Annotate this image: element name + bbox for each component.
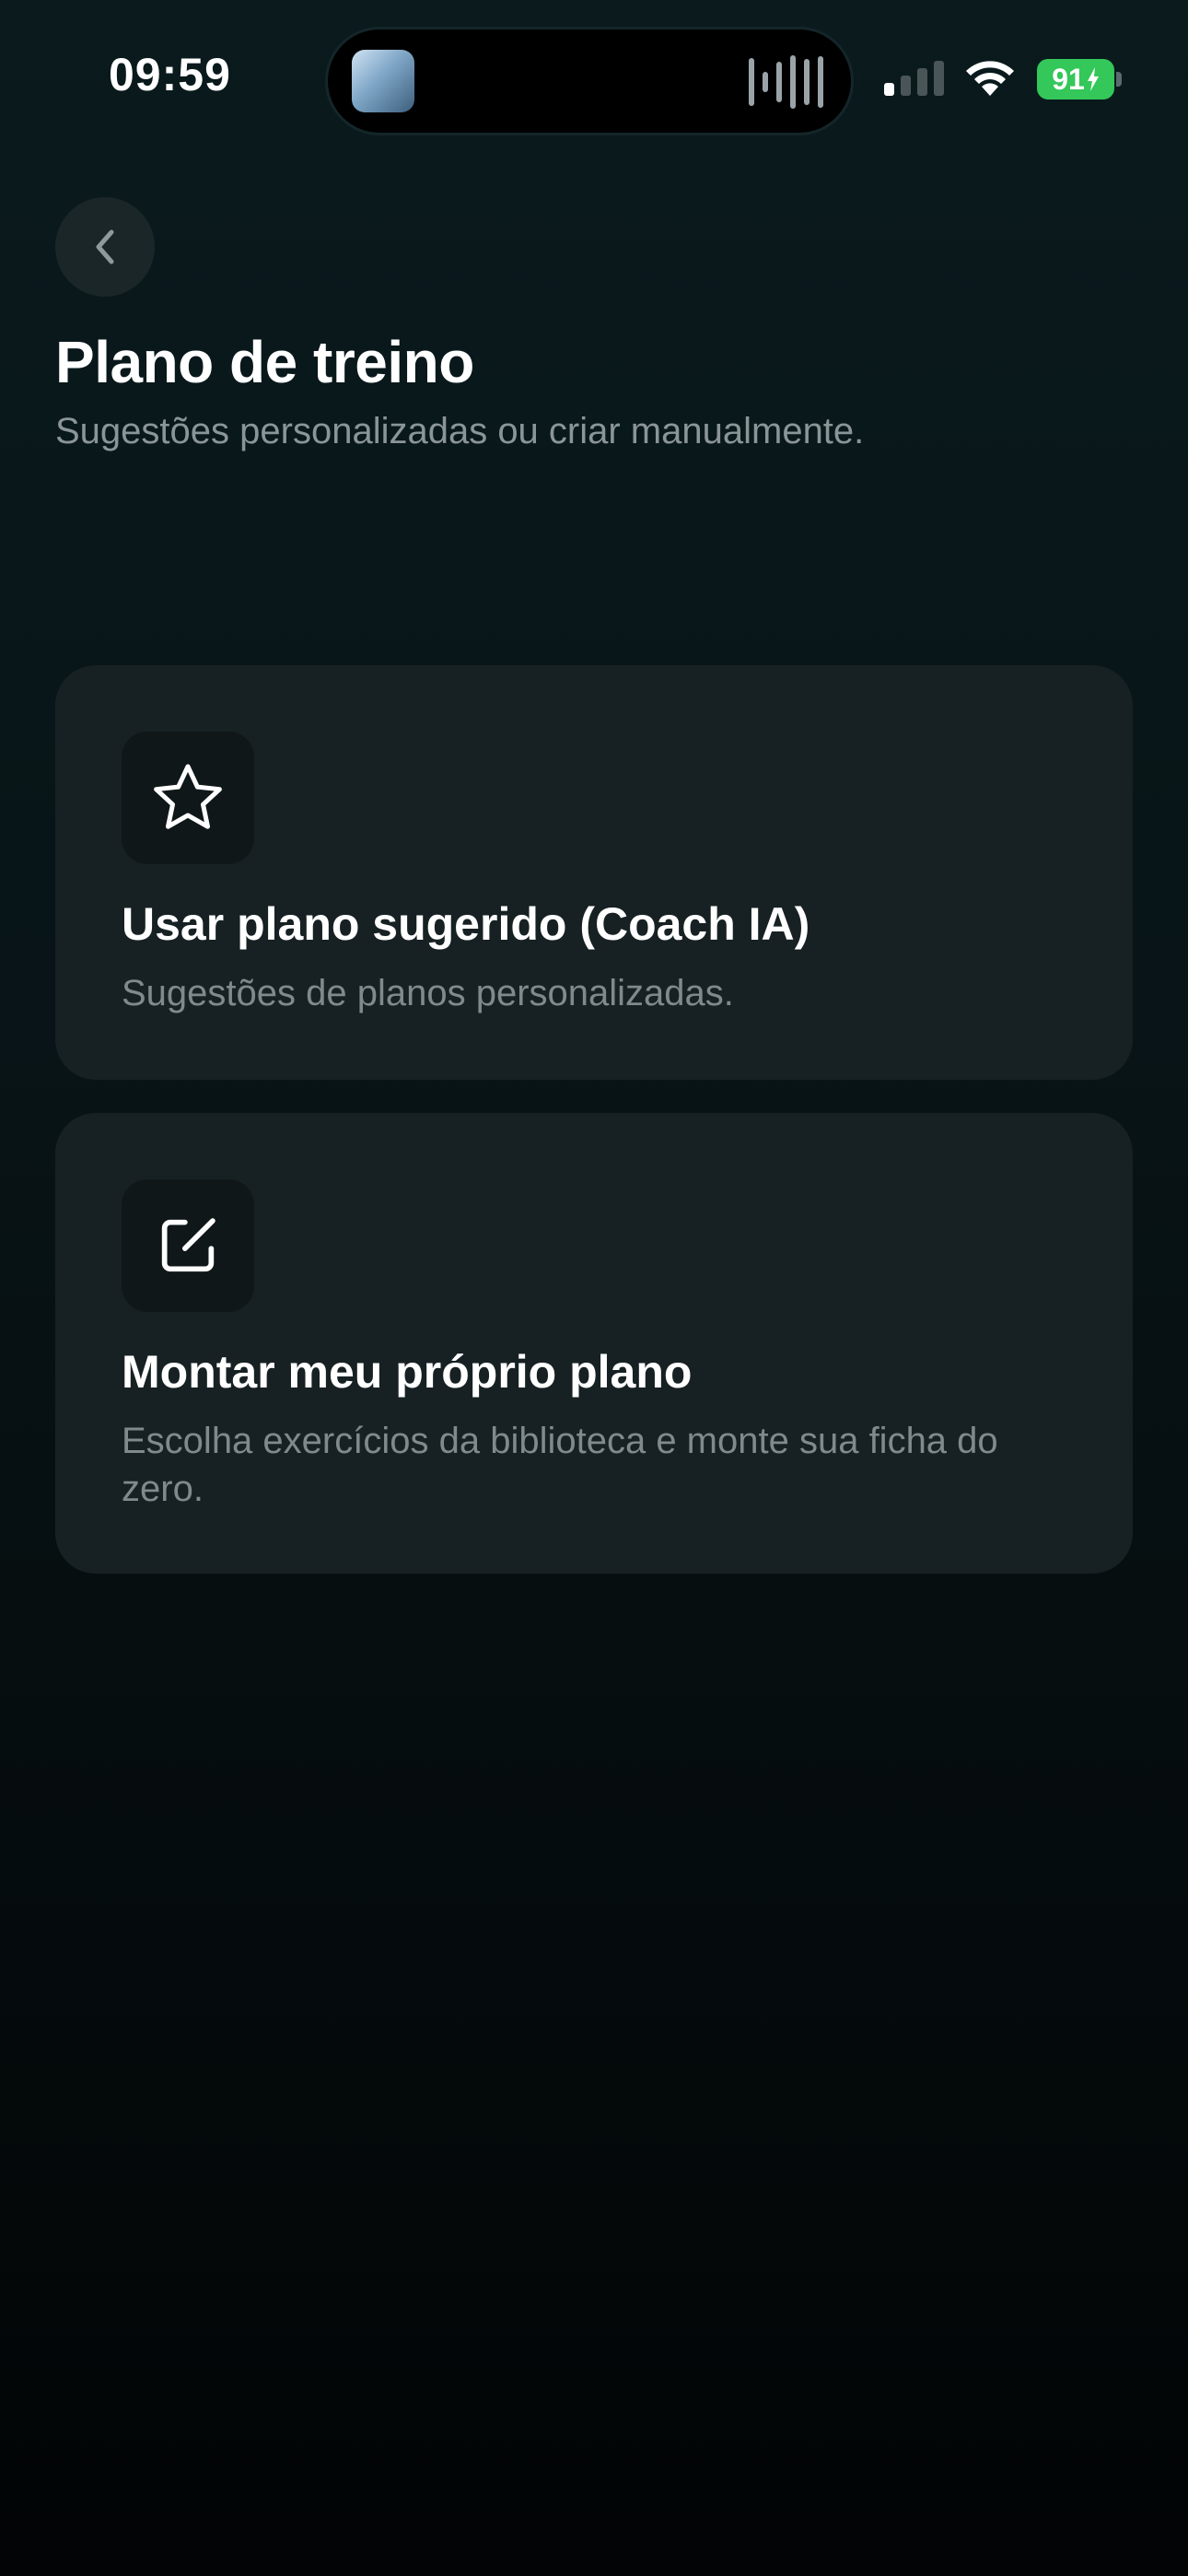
cellular-signal-icon [884, 61, 944, 96]
battery-icon: 91 [1037, 59, 1114, 100]
page-subtitle: Sugestões personalizadas ou criar manual… [55, 411, 865, 451]
suggested-plan-description: Sugestões de planos personalizadas. [122, 973, 734, 1013]
battery-level: 91 [1052, 62, 1085, 96]
suggested-plan-card[interactable]: Usar plano sugerido (Coach IA) Sugestões… [55, 665, 1133, 1080]
manual-plan-description: Escolha exercícios da biblioteca e monte… [122, 1421, 998, 1509]
wifi-icon [961, 55, 1019, 102]
dynamic-island[interactable] [328, 29, 851, 133]
page-title: Plano de treino [55, 329, 474, 395]
manual-plan-card[interactable]: Montar meu próprio plano Escolha exercíc… [55, 1113, 1133, 1574]
chevron-left-icon [96, 229, 114, 264]
battery-cap [1116, 72, 1122, 87]
suggested-plan-icon-box [122, 732, 254, 864]
back-button[interactable] [55, 197, 155, 297]
audio-waveform-icon [749, 55, 823, 109]
suggested-plan-title: Usar plano sugerido (Coach IA) [122, 898, 810, 950]
manual-plan-title: Montar meu próprio plano [122, 1346, 693, 1398]
status-time: 09:59 [109, 49, 231, 100]
manual-plan-icon-box [122, 1179, 254, 1312]
now-playing-thumbnail [352, 50, 414, 112]
edit-icon [161, 1218, 215, 1272]
star-icon [154, 764, 222, 829]
